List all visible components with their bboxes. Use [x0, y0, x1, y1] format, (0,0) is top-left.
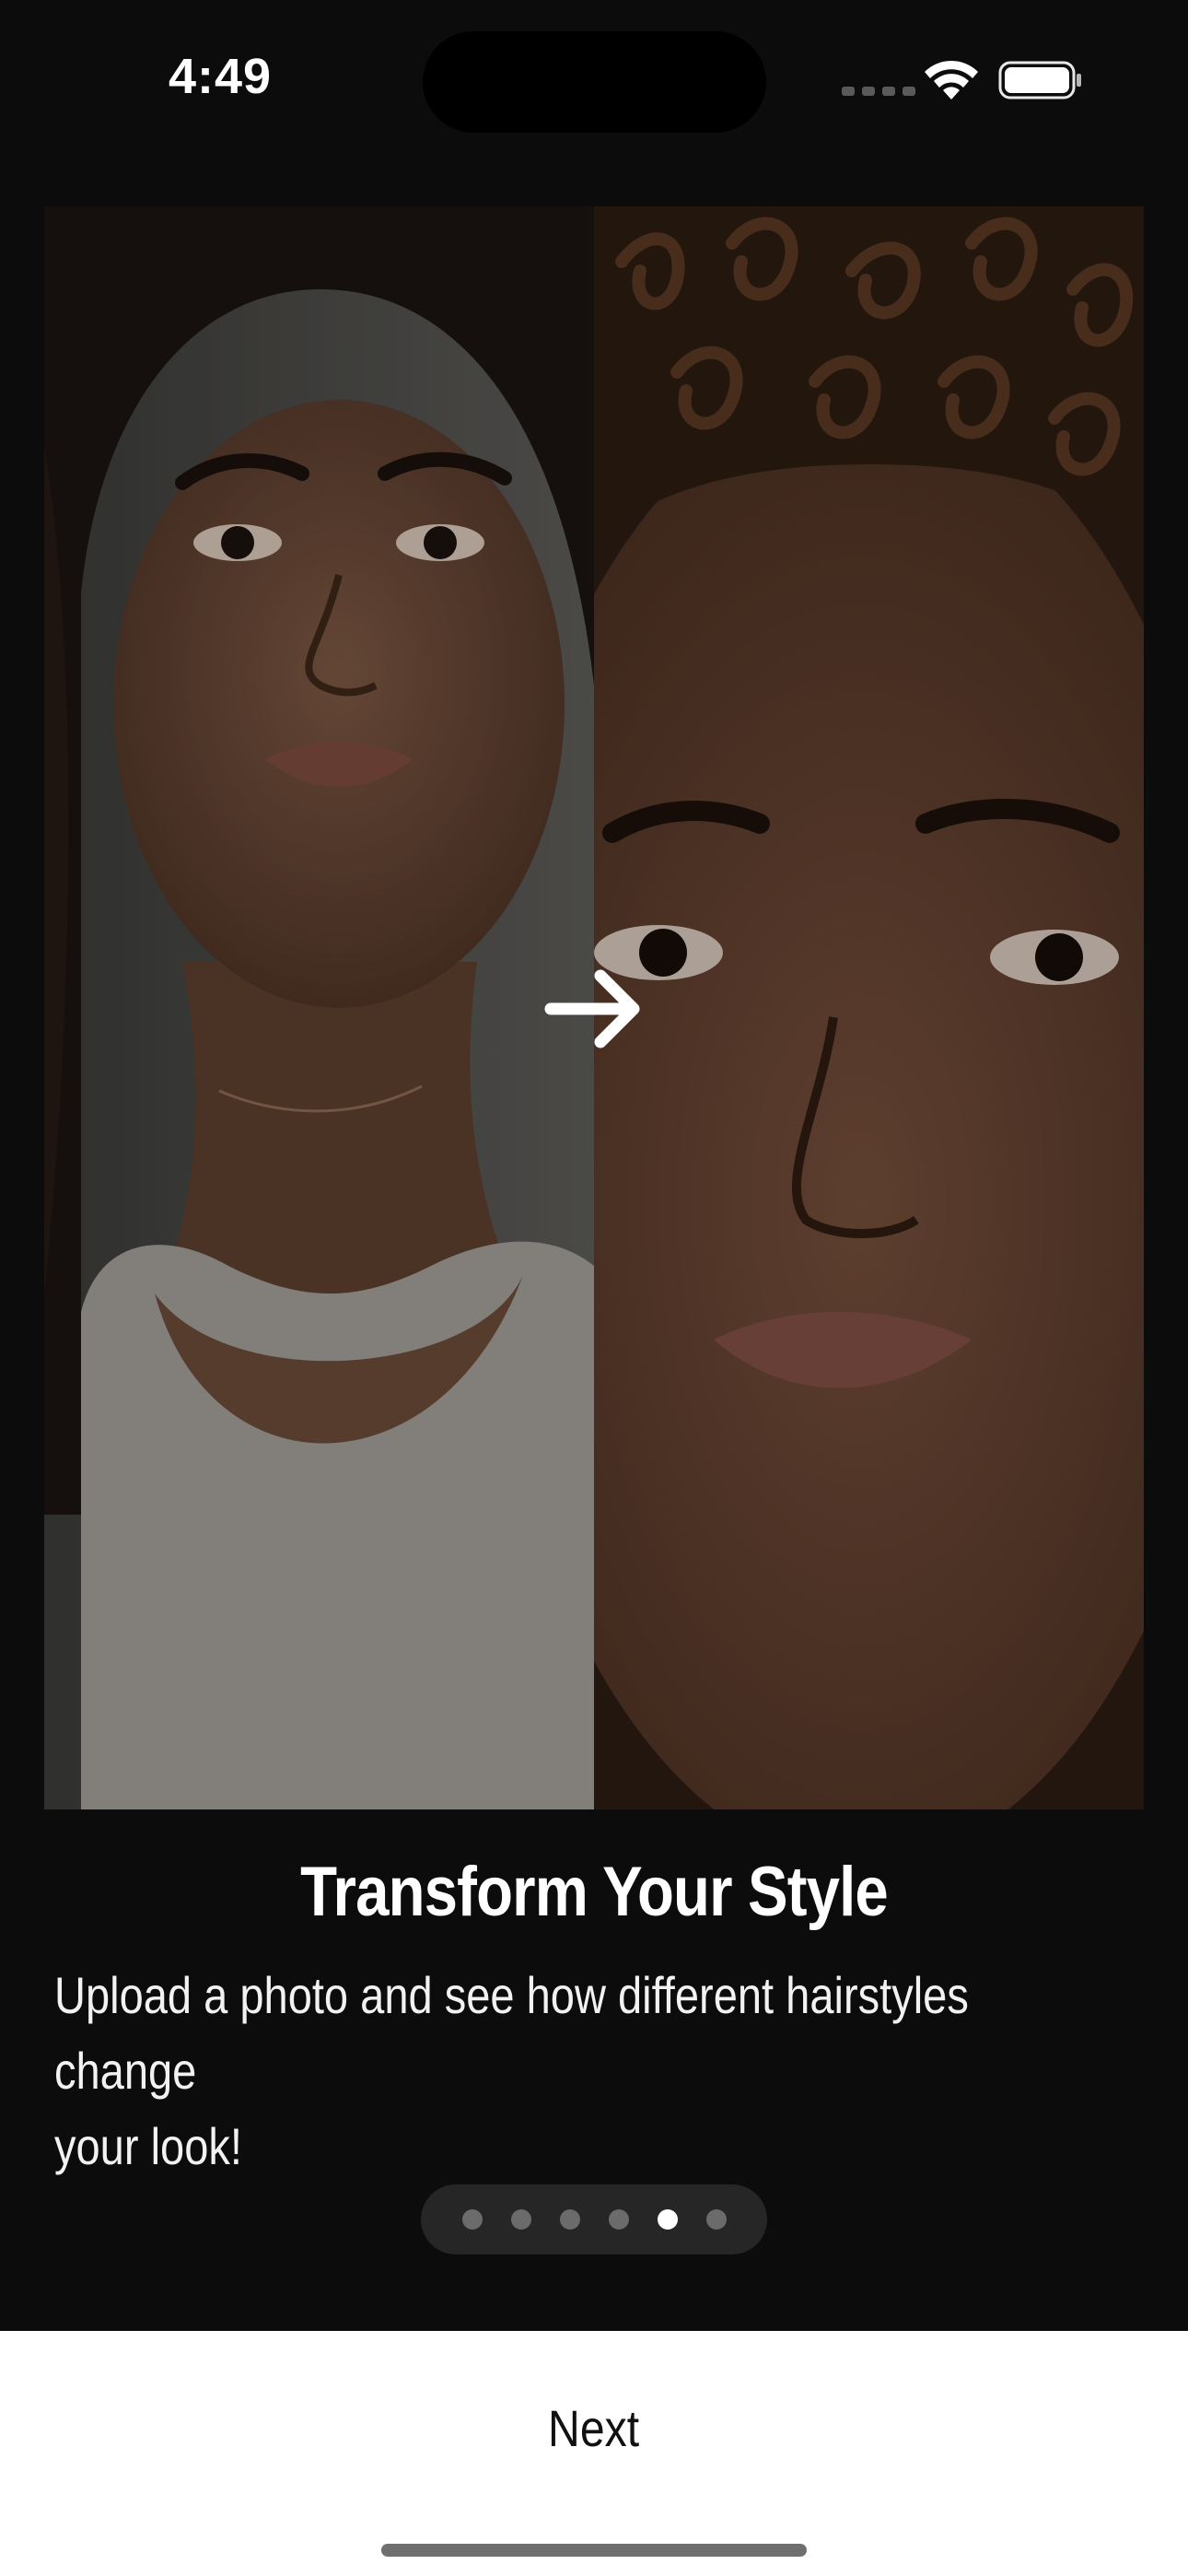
bottom-bar: Next: [0, 2331, 1188, 2576]
after-photo: [594, 206, 1144, 1809]
page-dot-4[interactable]: [608, 2209, 629, 2230]
wifi-icon: [925, 60, 978, 100]
onboarding-subtitle: Upload a photo and see how different hai…: [54, 1958, 1014, 2184]
cellular-signal-icon: [842, 87, 915, 96]
battery-icon: [998, 61, 1081, 100]
page-dot-2[interactable]: [510, 2209, 531, 2230]
onboarding-title: Transform Your Style: [300, 1853, 889, 1931]
next-button[interactable]: Next: [0, 2331, 1188, 2524]
hairstyle-comparison-image: [44, 206, 1144, 1809]
page-dot-1[interactable]: [461, 2209, 483, 2230]
status-bar: 4:49: [0, 0, 1188, 157]
arrow-right-icon: [544, 969, 640, 1048]
page-dot-5[interactable]: [657, 2209, 678, 2230]
before-photo: [44, 206, 594, 1809]
page-dot-6[interactable]: [705, 2209, 727, 2230]
next-button-label: Next: [548, 2398, 640, 2457]
status-time: 4:49: [169, 49, 273, 104]
home-indicator[interactable]: [381, 2544, 807, 2557]
page-dot-3[interactable]: [559, 2209, 580, 2230]
dynamic-island: [423, 31, 766, 133]
page-indicator[interactable]: [421, 2184, 767, 2254]
subtitle-line-1: Upload a photo and see how different hai…: [54, 1966, 969, 2100]
subtitle-line-2: your look!: [54, 2117, 242, 2175]
